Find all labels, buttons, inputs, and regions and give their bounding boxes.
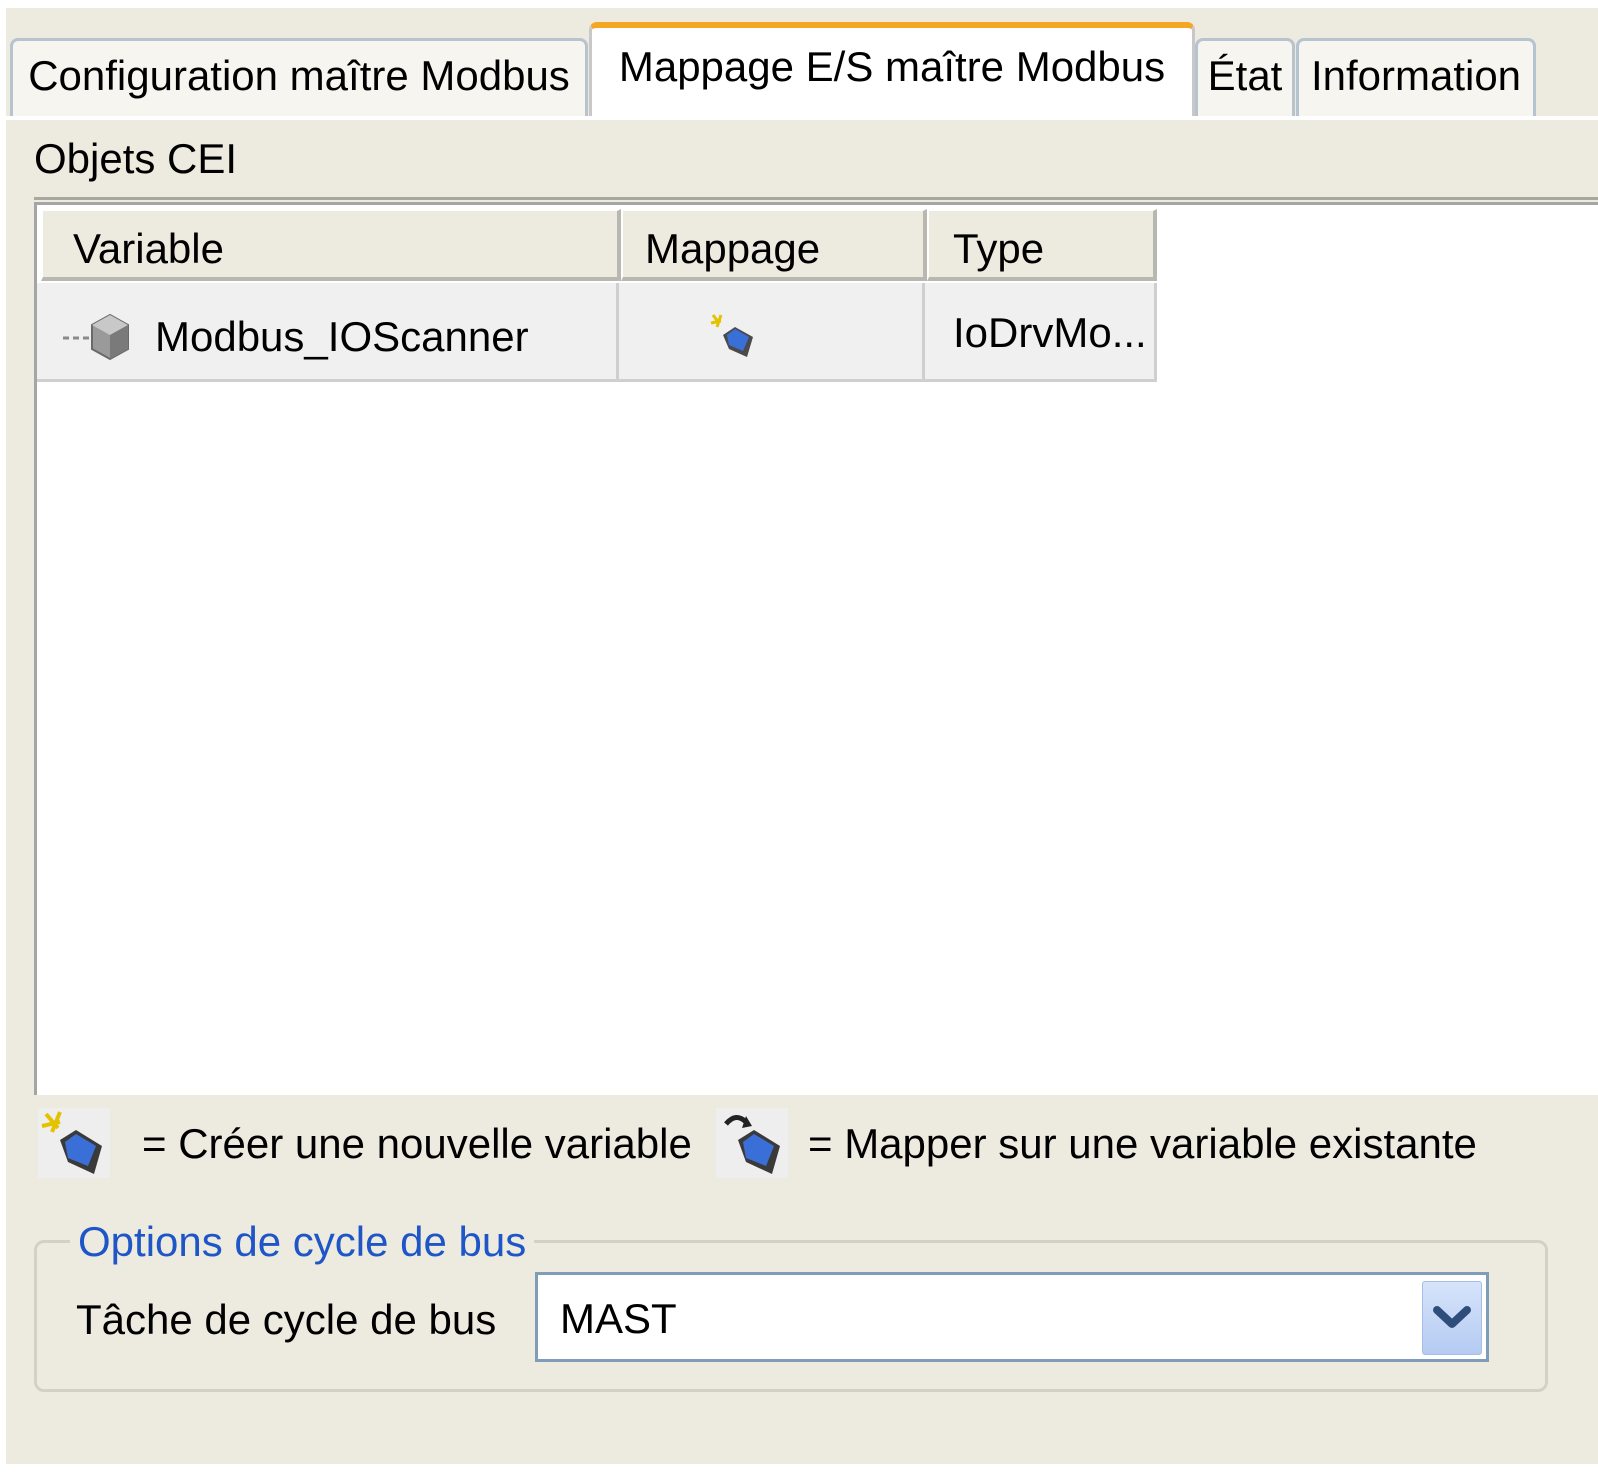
column-header-variable-label: Variable xyxy=(73,225,224,272)
tab-status-label: État xyxy=(1207,52,1283,99)
bus-cycle-task-value: MAST xyxy=(560,1295,677,1342)
bus-cycle-options-title: Options de cycle de bus xyxy=(70,1218,535,1266)
chevron-down-icon xyxy=(1433,1306,1471,1328)
map-existing-variable-legend-icon xyxy=(716,1108,788,1178)
iec-objects-table: Variable Mappage Type Modbus_IOScanner I… xyxy=(34,202,1598,1095)
column-header-mapping-label: Mappage xyxy=(645,225,821,272)
tree-connector-icon xyxy=(63,336,89,340)
bus-cycle-task-label: Tâche de cycle de bus xyxy=(76,1296,497,1343)
section-divider xyxy=(34,197,1598,200)
tab-configuration-label: Configuration maître Modbus xyxy=(28,52,570,99)
cell-type: IoDrvMo... xyxy=(925,283,1157,379)
bus-cycle-task-select[interactable]: MAST xyxy=(535,1272,1489,1362)
cell-variable: Modbus_IOScanner xyxy=(37,283,619,379)
column-header-type-label: Type xyxy=(953,225,1045,272)
legend-map-label: = Mapper sur une variable existante xyxy=(808,1120,1477,1167)
legend-create-label: = Créer une nouvelle variable xyxy=(142,1120,692,1167)
tab-io-mapping[interactable]: Mappage E/S maître Modbus xyxy=(589,22,1195,116)
tab-information-label: Information xyxy=(1310,52,1522,99)
tab-baseline xyxy=(6,116,1598,120)
tab-io-mapping-label: Mappage E/S maître Modbus xyxy=(618,43,1166,90)
variable-name: Modbus_IOScanner xyxy=(155,313,529,360)
type-value: IoDrvMo... xyxy=(953,309,1147,356)
create-variable-legend-icon xyxy=(38,1108,110,1178)
tab-status[interactable]: État xyxy=(1195,38,1295,116)
tab-information[interactable]: Information xyxy=(1296,38,1536,116)
create-variable-icon[interactable] xyxy=(709,313,757,361)
column-header-type[interactable]: Type xyxy=(927,209,1157,281)
device-object-icon xyxy=(91,313,129,361)
tab-configuration[interactable]: Configuration maître Modbus xyxy=(10,38,588,116)
cell-mapping[interactable] xyxy=(619,283,925,379)
dropdown-button[interactable] xyxy=(1422,1281,1482,1355)
column-header-mapping[interactable]: Mappage xyxy=(621,209,927,281)
section-title: Objets CEI xyxy=(34,135,238,182)
table-row[interactable]: Modbus_IOScanner IoDrvMo... xyxy=(37,283,1157,382)
column-header-variable[interactable]: Variable xyxy=(41,209,621,281)
